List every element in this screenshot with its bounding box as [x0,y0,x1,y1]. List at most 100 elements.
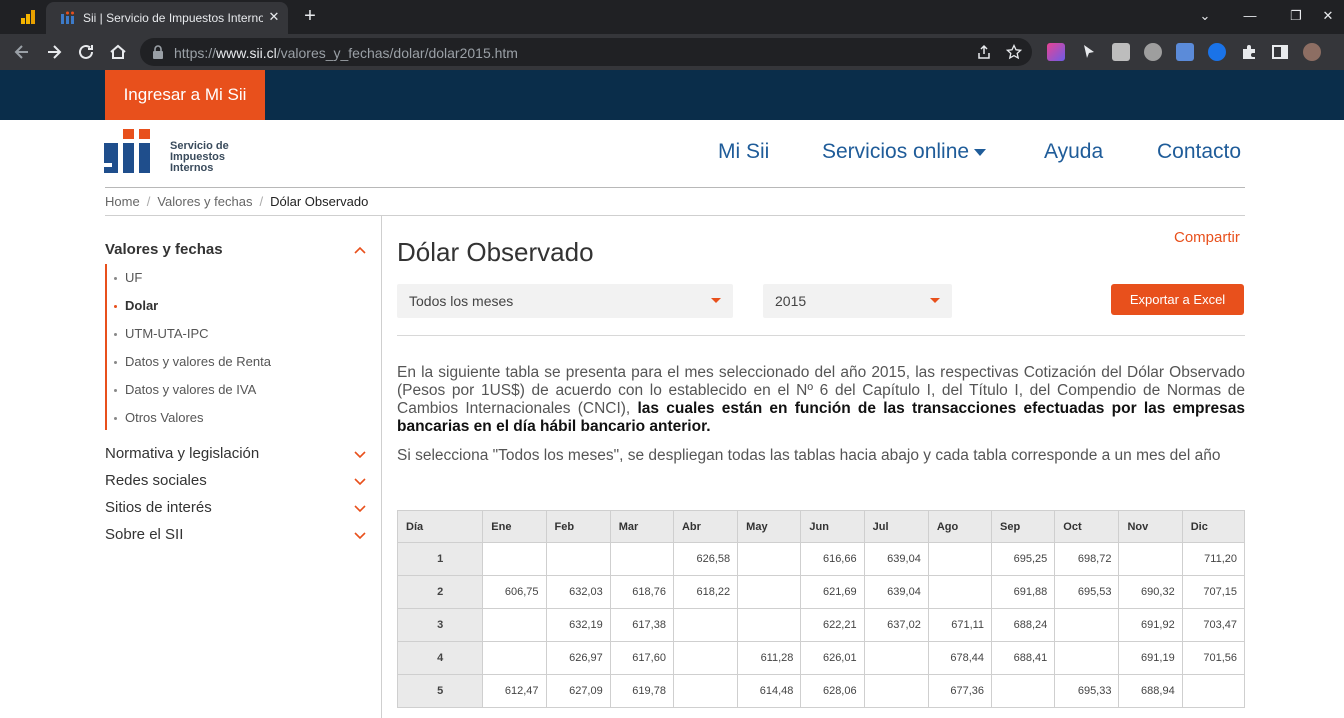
share-page-icon[interactable] [976,44,992,60]
breadcrumb-valores[interactable]: Valores y fechas [157,194,252,209]
extension-icon[interactable] [1176,43,1194,61]
back-icon[interactable] [12,42,32,62]
sidebar-active-line [105,264,107,430]
nav-servicios-online[interactable]: Servicios online [822,140,987,164]
value-cell [737,542,802,576]
value-cell: 703,47 [1181,608,1246,642]
close-window-icon[interactable]: ✕ [1318,6,1338,26]
sidebar-item-otros[interactable]: Otros Valores [114,410,204,425]
sidebar-item-uf[interactable]: UF [114,270,142,285]
value-cell [672,608,739,642]
column-header: Jun [800,510,865,543]
value-cell [863,641,929,675]
value-cell: 626,58 [672,542,739,576]
value-cell: 612,47 [482,674,547,708]
day-cell: 2 [396,575,484,609]
page-title: Dólar Observado [397,237,594,267]
sidebar-item-dolar[interactable]: Dolar [114,298,158,313]
side-panel-icon[interactable] [1271,43,1289,61]
chevron-up-icon[interactable] [354,246,366,254]
month-select[interactable]: Todos los meses [397,284,733,318]
table-row: 4 626,97 617,60 611,28 626,01 678,44 688,41 691… [396,641,1246,675]
value-cell: 626,97 [545,641,611,675]
sidebar-section-sitios[interactable]: Sitios de interés [105,499,212,516]
value-cell: 691,92 [1118,608,1183,642]
breadcrumb-home[interactable]: Home [105,194,140,209]
value-cell: 678,44 [927,641,993,675]
chevron-down-icon[interactable] [354,478,366,486]
value-cell [927,575,993,609]
nav-contacto[interactable]: Contacto [1157,140,1241,164]
sidebar-section-normativa[interactable]: Normativa y legislación [105,445,259,462]
value-cell: 632,19 [545,608,611,642]
value-cell: 671,11 [927,608,993,642]
minimize-icon[interactable]: — [1240,6,1260,26]
sidebar-section-sobre[interactable]: Sobre el SII [105,526,183,543]
home-icon[interactable] [108,42,128,62]
extension-icon[interactable] [1208,43,1226,61]
new-tab-button[interactable]: + [300,6,320,26]
value-cell: 616,66 [800,542,865,576]
value-cell [482,608,547,642]
year-select[interactable]: 2015 [763,284,952,318]
reload-icon[interactable] [76,42,96,62]
bookmark-star-icon[interactable] [1006,44,1022,60]
value-cell [672,641,739,675]
value-cell [1054,608,1120,642]
lock-icon[interactable] [152,45,164,59]
nav-mi-sii[interactable]: Mi Sii [718,140,769,164]
extension-icon[interactable] [1112,43,1130,61]
value-cell: 626,01 [800,641,865,675]
app-icon[interactable] [20,9,36,25]
extension-icon[interactable] [1144,43,1162,61]
chevron-down-icon[interactable] [354,532,366,540]
caret-down-icon [974,148,987,156]
column-header: Feb [545,510,611,543]
profile-avatar[interactable] [1303,43,1321,61]
forward-icon[interactable] [44,42,64,62]
extension-icon[interactable] [1047,43,1065,61]
column-header: Dic [1181,510,1246,543]
login-button[interactable]: Ingresar a Mi Sii [105,70,265,120]
sidebar-item-iva[interactable]: Datos y valores de IVA [114,382,256,397]
value-cell [927,542,993,576]
chevron-down-icon[interactable] [354,451,366,459]
value-cell: 611,28 [737,641,802,675]
value-cell [1181,674,1246,708]
value-cell: 622,21 [800,608,865,642]
sidebar-item-utm[interactable]: UTM-UTA-IPC [114,326,209,341]
table-row: 1 626,58 616,66 639,04 695,25 698,72 711,20 [396,542,1246,576]
value-cell: 691,88 [991,575,1056,609]
value-cell: 617,60 [609,641,674,675]
value-cell [737,608,802,642]
tab-search-icon[interactable]: ⌄ [1195,6,1215,26]
value-cell: 688,41 [991,641,1056,675]
export-excel-button[interactable]: Exportar a Excel [1111,284,1244,315]
value-cell: 695,25 [991,542,1056,576]
restore-icon[interactable]: ❐ [1286,6,1306,26]
url-text[interactable]: https://www.sii.cl/valores_y_fechas/dola… [174,45,518,61]
sidebar-section-redes[interactable]: Redes sociales [105,472,207,489]
chevron-down-icon[interactable] [354,505,366,513]
value-cell: 619,78 [609,674,674,708]
address-bar[interactable]: https://www.sii.cl/valores_y_fechas/dola… [140,38,1032,66]
value-cell: 701,56 [1181,641,1246,675]
column-header: Ene [482,510,547,543]
sidebar-divider [381,216,382,718]
share-link[interactable]: Compartir [1174,229,1240,246]
extensions-puzzle-icon[interactable] [1240,43,1258,61]
value-cell: 639,04 [863,542,929,576]
value-cell: 628,06 [800,674,865,708]
day-cell: 5 [396,674,484,708]
sidebar-item-renta[interactable]: Datos y valores de Renta [114,354,271,369]
value-cell [863,674,929,708]
nav-ayuda[interactable]: Ayuda [1044,140,1103,164]
cursor-extension-icon[interactable] [1080,43,1098,61]
note-paragraph: Si selecciona "Todos los meses", se desp… [397,447,1221,464]
browser-tab[interactable]: Sii | Servicio de Impuestos Internos ✕ [46,2,288,34]
sidebar-section-valores[interactable]: Valores y fechas [105,241,223,258]
value-cell: 606,75 [482,575,547,609]
tab-close-icon[interactable]: ✕ [266,9,282,25]
breadcrumb-current: Dólar Observado [270,194,369,209]
column-header: Oct [1054,510,1120,543]
